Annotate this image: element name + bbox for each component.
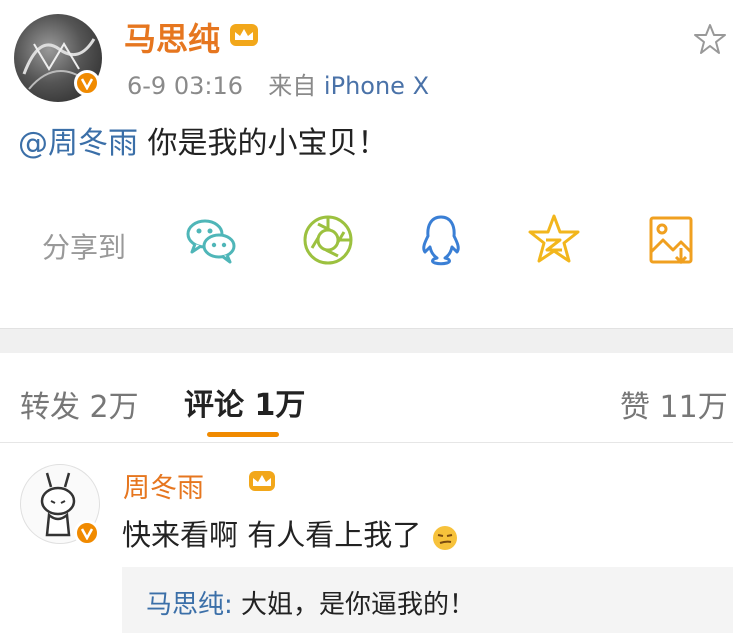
mention-link[interactable]: @周冬雨 — [18, 126, 138, 161]
moments-icon[interactable] — [300, 212, 356, 268]
post-source-device[interactable]: iPhone X — [324, 72, 429, 100]
tab-repost-label: 转发 — [20, 390, 80, 425]
tab-comment[interactable]: 评论 1万 — [184, 380, 305, 424]
post-meta: 6-9 03:16 来自 iPhone X — [127, 66, 429, 101]
tab-repost[interactable]: 转发 2万 — [20, 382, 139, 426]
tab-like[interactable]: 赞 11万 — [620, 382, 728, 426]
active-tab-indicator — [207, 432, 279, 437]
verified-badge-icon — [74, 70, 100, 96]
tabs-divider — [0, 442, 733, 443]
vip-crown-icon — [230, 24, 258, 46]
tab-like-count: 11万 — [659, 390, 728, 425]
share-label: 分享到 — [42, 231, 127, 264]
tab-repost-count: 2万 — [89, 390, 139, 425]
qzone-icon[interactable] — [526, 212, 582, 268]
comment-body: 快来看啊 有人看上我了 — [122, 512, 458, 554]
reply-box[interactable]: 马思纯: 大姐，是你逼我的！ — [122, 567, 733, 633]
comment-verified-badge-icon — [74, 520, 100, 546]
post-text: 你是我的小宝贝！ — [138, 126, 388, 161]
tab-like-label: 赞 — [620, 390, 650, 425]
post-time: 6-9 03:16 — [127, 72, 243, 100]
wechat-icon[interactable] — [183, 212, 239, 268]
comment-vip-crown-icon — [249, 471, 276, 491]
comment-text: 快来看啊 有人看上我了 — [122, 518, 422, 552]
tab-comment-label: 评论 — [184, 388, 244, 423]
post-source-prefix: 来自 — [268, 72, 317, 100]
qq-icon[interactable] — [413, 212, 469, 268]
section-divider — [0, 328, 733, 353]
comment-author-name[interactable]: 周冬雨 — [123, 466, 204, 505]
reply-text: 大姐，是你逼我的！ — [232, 590, 476, 620]
favorite-star-icon[interactable] — [693, 22, 727, 56]
smirk-emoji-icon — [432, 524, 458, 550]
post-body: @周冬雨 你是我的小宝贝！ — [18, 118, 388, 162]
tab-comment-count: 1万 — [254, 388, 306, 423]
post-author-name[interactable]: 马思纯 — [124, 14, 220, 60]
save-image-icon[interactable] — [643, 212, 699, 268]
reply-author[interactable]: 马思纯: — [146, 590, 233, 620]
